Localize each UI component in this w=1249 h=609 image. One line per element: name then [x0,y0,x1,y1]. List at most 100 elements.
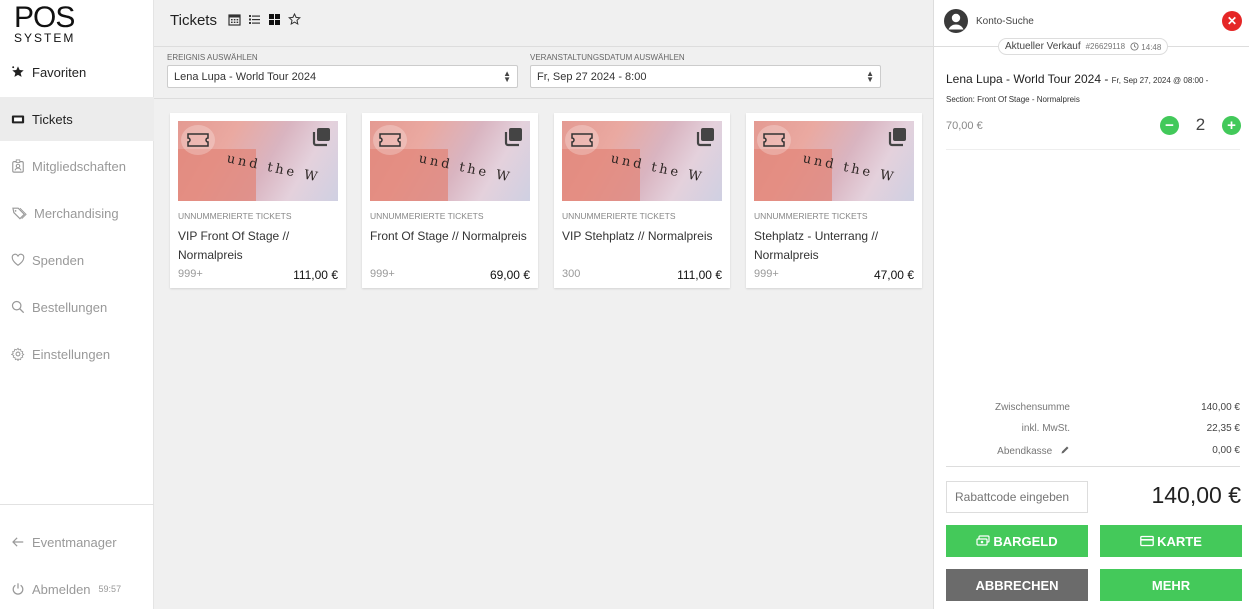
pencil-icon [1061,446,1069,454]
star-icon [10,64,26,80]
sidebar-item-label: Einstellungen [32,346,111,362]
arrow-left-icon [10,534,26,550]
filter-bar: EREIGNIS AUSWÄHLEN Lena Lupa - World Tou… [154,47,933,99]
cancel-button-label: ABBRECHEN [975,577,1059,593]
ticket-card-name: Front Of Stage // Normalpreis [370,229,527,243]
search-icon [10,299,26,315]
membership-icon [10,158,26,174]
close-sale-button[interactable]: ✕ [1222,11,1242,31]
sidebar-item-label: Tickets [32,111,73,127]
sidebar-item-label: Abmelden [32,581,91,597]
cart-item-section: Section: Front Of Stage - Normalpreis [946,95,1080,104]
sidebar-item-tickets[interactable]: Tickets [0,97,154,141]
ticket-card[interactable]: und the W UNNUMMERIERTE TICKETS VIP Fron… [170,113,346,288]
sidebar-item-einstellungen[interactable]: Einstellungen [0,332,154,376]
cancel-button[interactable]: ABBRECHEN [946,569,1088,601]
topbar: Tickets [154,0,933,47]
date-select-value: Fr, Sep 27 2024 - 8:00 [537,70,647,83]
ticket-card-image: und the W [370,121,530,201]
copy-icon [696,128,714,147]
coupon-input[interactable] [946,481,1088,513]
ticket-card-name: VIP Stehplatz // Normalpreis [562,229,713,243]
view-switcher [228,13,301,26]
ticket-icon [757,125,791,155]
ticket-card-image: und the W [562,121,722,201]
copy-icon [888,128,906,147]
copy-icon [504,128,522,147]
cart-item-date: Fr, Sep 27, 2024 @ 08:00 - [1111,76,1209,85]
clock-icon [1130,41,1139,51]
quantity-value: 2 [1195,115,1206,134]
cart-panel: Konto-Suche ✕ Aktueller Verkauf #2662911… [933,0,1249,609]
page-title: Tickets [170,12,217,29]
calendar-icon[interactable] [228,13,241,26]
date-filter-label: VERANSTALTUNGSDATUM AUSWÄHLEN [530,53,685,62]
ticket-card-name: Stehplatz - Unterrang // Normalpreis [754,229,879,262]
sidebar-item-eventmanager[interactable]: Eventmanager [0,520,154,564]
boxoffice-label[interactable]: Abendkasse [997,445,1070,457]
current-sale-badge: Aktueller Verkauf #26629118 14:48 [998,38,1169,55]
sidebar-item-mitgliedschaften[interactable]: Mitgliedschaften [0,144,154,188]
user-avatar-icon [944,9,968,33]
session-timer: 59:57 [98,584,122,594]
grid-icon[interactable] [268,13,281,26]
card-button-label: KARTE [1157,533,1202,549]
cash-icon [976,535,990,546]
sidebar-item-label: Merchandising [34,205,119,221]
ticket-card-image: und the W [178,121,338,201]
sidebar-item-label: Favoriten [32,64,87,80]
plus-icon[interactable]: + [1222,115,1241,135]
sidebar-item-label: Spenden [32,252,85,268]
cash-button[interactable]: BARGELD [946,525,1088,557]
sidebar-item-merchandising[interactable]: Merchandising [0,191,154,235]
ticket-card[interactable]: und the W UNNUMMERIERTE TICKETS Front Of… [362,113,538,288]
sidebar-item-spenden[interactable]: Spenden [0,238,154,282]
vat-value: 22,35 € [1206,423,1240,434]
minus-icon[interactable]: − [1160,115,1179,135]
star-outline-icon[interactable] [288,13,301,26]
ticket-card[interactable]: und the W UNNUMMERIERTE TICKETS VIP Steh… [554,113,730,288]
ticket-card-type: UNNUMMERIERTE TICKETS [754,211,868,221]
ticket-icon [373,125,407,155]
more-button-label: MEHR [1151,577,1191,593]
sale-id: #26629118 [1085,42,1126,51]
heart-icon [10,252,26,268]
sidebar-item-bestellungen[interactable]: Bestellungen [0,285,154,329]
date-select[interactable]: Fr, Sep 27 2024 - 8:00 ▲ ▼ [530,65,881,88]
cash-button-label: BARGELD [993,533,1058,549]
vat-label: inkl. MwSt. [1021,423,1070,434]
list-icon[interactable] [248,13,261,26]
ticket-card-type: UNNUMMERIERTE TICKETS [178,211,292,221]
sidebar-item-label: Mitgliedschaften [32,158,126,174]
sale-time-value: 14:48 [1141,42,1162,52]
close-icon: ✕ [1226,14,1238,28]
ticket-icon [181,125,215,155]
current-sale-label: Aktueller Verkauf [1005,41,1081,52]
select-arrows-icon: ▲ ▼ [866,68,874,84]
ticket-icon [565,125,599,155]
summary-divider [946,466,1240,467]
cart-item-title: Lena Lupa - World Tour 2024 - Fr, Sep 27… [946,72,1208,86]
ticket-card-price: 47,00 € [873,268,914,282]
sidebar-item-abmelden[interactable]: Abmelden 59:57 [0,567,154,609]
account-search[interactable]: Konto-Suche [944,9,1034,33]
ticket-card-name: VIP Front Of Stage // Normalpreis [178,229,290,262]
credit-card-icon [1140,535,1154,547]
total-amount: 140,00 € [1151,482,1241,508]
subtotal-label: Zwischensumme [994,402,1070,413]
event-filter: EREIGNIS AUSWÄHLEN Lena Lupa - World Tou… [167,53,518,88]
sidebar-item-favoriten[interactable]: Favoriten [0,50,154,94]
ticket-card[interactable]: und the W UNNUMMERIERTE TICKETS Stehplat… [746,113,922,288]
boxoffice-label-text: Abendkasse [997,446,1053,457]
logo: POS SYSTEM [14,3,84,46]
sidebar: POS SYSTEM Favoriten Tickets Mitgliedsch… [0,0,154,609]
power-icon [10,581,26,597]
account-search-label: Konto-Suche [976,15,1034,27]
ticket-card-price: 111,00 € [677,268,722,282]
quantity-stepper: − 2 + [1160,115,1241,135]
more-button[interactable]: MEHR [1100,569,1242,601]
ticket-card-price: 69,00 € [489,268,530,282]
event-select[interactable]: Lena Lupa - World Tour 2024 ▲ ▼ [167,65,518,88]
card-button[interactable]: KARTE [1100,525,1242,557]
sidebar-divider [0,504,154,505]
